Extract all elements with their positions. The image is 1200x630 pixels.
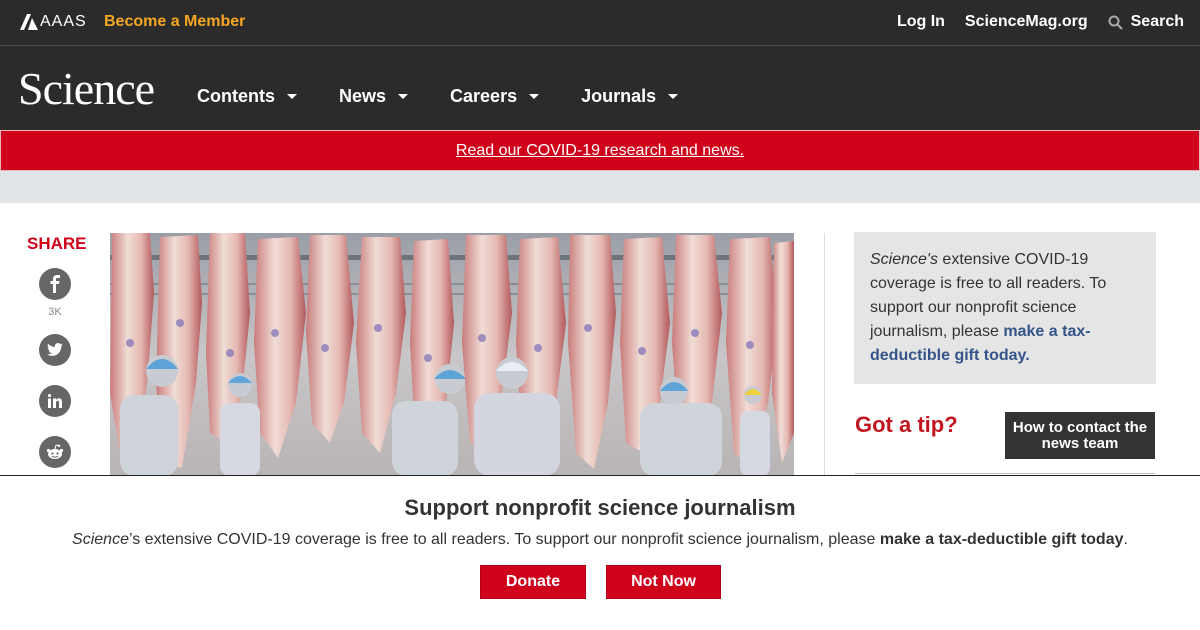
nav-item-label: Contents [197, 86, 275, 106]
facebook-share-button[interactable] [39, 268, 71, 300]
search-label: Search [1130, 13, 1184, 30]
sciencemag-link[interactable]: ScienceMag.org [965, 13, 1088, 31]
login-link[interactable]: Log In [897, 13, 945, 31]
nav-menu: Contents News Careers Journals [197, 86, 720, 107]
article-hero-image [110, 233, 794, 476]
covid-research-link[interactable]: Read our COVID-19 research and news. [456, 142, 744, 159]
share-column: SHARE 3K [27, 234, 87, 468]
sidebar-divider [855, 473, 1155, 474]
covid-banner: Read our COVID-19 research and news. [0, 130, 1200, 171]
overlay-buttons: Donate Not Now [480, 565, 721, 599]
nav-item-careers[interactable]: Careers [450, 86, 540, 107]
aaas-logo[interactable]: AAAS [20, 13, 87, 31]
donation-overlay: Support nonprofit science journalism Sci… [0, 475, 1200, 630]
twitter-icon [47, 343, 63, 356]
facebook-share-count: 3K [48, 306, 62, 318]
overlay-title: Support nonprofit science journalism [404, 495, 796, 520]
promo-italic: Science's [870, 251, 938, 268]
sidebar-promo-box: Science's extensive COVID-19 coverage is… [854, 232, 1156, 384]
overlay-gift-link[interactable]: make a tax-deductible gift today [880, 531, 1124, 548]
linkedin-share-button[interactable] [39, 385, 71, 417]
search-icon [1108, 15, 1123, 30]
column-divider [824, 233, 825, 476]
main-navigation: Science Contents News Careers Journals [0, 46, 1200, 130]
facebook-icon [50, 275, 60, 293]
got-a-tip-heading: Got a tip? [855, 412, 958, 437]
nav-item-news[interactable]: News [339, 86, 409, 107]
nav-item-journals[interactable]: Journals [581, 86, 679, 107]
caret-down-icon [287, 94, 297, 99]
donate-button[interactable]: Donate [480, 565, 586, 599]
become-member-link[interactable]: Become a Member [104, 13, 245, 31]
linkedin-icon [48, 394, 62, 408]
meat-plant-photo [110, 233, 794, 476]
caret-down-icon [398, 94, 409, 99]
ad-band [0, 171, 1200, 203]
reddit-share-button[interactable] [39, 436, 71, 468]
aaas-logo-text: AAAS [40, 13, 87, 30]
aaas-mark-icon [20, 14, 38, 30]
overlay-text-main: ’s extensive COVID-19 coverage is free t… [128, 531, 880, 548]
caret-down-icon [668, 94, 679, 99]
twitter-share-button[interactable] [39, 334, 71, 366]
science-logo[interactable]: Science [18, 62, 155, 115]
not-now-button[interactable]: Not Now [606, 565, 721, 599]
nav-item-contents[interactable]: Contents [197, 86, 297, 107]
top-utility-bar: AAAS Become a Member Log In ScienceMag.o… [0, 0, 1200, 46]
top-right-links: Log In ScienceMag.org Search [897, 13, 1184, 31]
overlay-text-end: . [1123, 531, 1128, 548]
overlay-text-italic: Science [72, 531, 129, 548]
nav-item-label: Careers [450, 86, 518, 106]
share-title: SHARE [27, 234, 87, 253]
reddit-icon [46, 444, 64, 459]
contact-news-team-button[interactable]: How to contact the news team [1005, 412, 1155, 459]
search-button[interactable]: Search [1108, 13, 1184, 31]
caret-down-icon [529, 94, 540, 99]
nav-item-label: News [339, 86, 387, 106]
overlay-text: Science’s extensive COVID-19 coverage is… [0, 531, 1200, 549]
nav-item-label: Journals [581, 86, 657, 106]
